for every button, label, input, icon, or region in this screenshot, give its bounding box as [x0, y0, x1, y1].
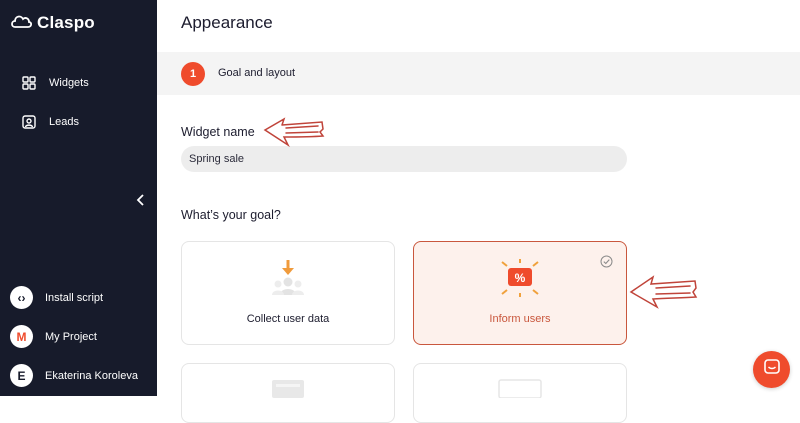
goal-label: What’s your goal?: [181, 208, 281, 222]
goal-option-label: Inform users: [489, 313, 551, 325]
chevron-left-icon: [134, 194, 148, 212]
main-content: Appearance 1 Goal and layout Widget name…: [157, 0, 800, 423]
project-selector[interactable]: M My Project: [10, 325, 97, 348]
install-script-button[interactable]: ‹› Install script: [10, 286, 103, 309]
widget-name-input[interactable]: [181, 146, 627, 172]
contact-icon: [22, 115, 36, 129]
code-icon: ‹›: [10, 286, 33, 309]
install-script-label: Install script: [45, 291, 104, 304]
goal-option-inform-users[interactable]: % Inform users: [413, 241, 627, 345]
check-icon: [600, 255, 613, 273]
sidebar-item-leads[interactable]: Leads: [22, 115, 79, 129]
svg-text:%: %: [515, 271, 526, 285]
page-title: Appearance: [181, 13, 273, 32]
sidebar-item-widgets[interactable]: Widgets: [22, 76, 89, 90]
step-bar: 1 Goal and layout: [157, 52, 800, 95]
form-icon: [271, 378, 305, 403]
goal-option-card[interactable]: [181, 363, 395, 423]
sidebar-item-label: Widgets: [49, 77, 89, 89]
user-menu[interactable]: E Ekaterina Koroleva: [10, 364, 138, 387]
step-number-badge: 1: [181, 62, 205, 86]
widget-name-label: Widget name: [181, 125, 255, 139]
annotation-arrow-icon: [262, 116, 326, 153]
app-logo[interactable]: Claspo: [10, 13, 95, 33]
sidebar: Claspo Widgets Leads ‹› Install script M…: [0, 0, 157, 396]
app-name: Claspo: [37, 13, 95, 32]
annotation-arrow-icon: [629, 274, 699, 315]
project-logo: M: [10, 325, 33, 348]
collect-data-icon: [268, 258, 308, 303]
sidebar-item-label: Leads: [49, 116, 79, 128]
user-avatar: E: [10, 364, 33, 387]
chat-icon: [763, 358, 781, 381]
goal-option-label: Collect user data: [246, 313, 330, 325]
goal-option-collect-user-data[interactable]: Collect user data: [181, 241, 395, 345]
support-chat-button[interactable]: [753, 351, 790, 388]
goal-option-card[interactable]: [413, 363, 627, 423]
step-label: Goal and layout: [218, 67, 296, 79]
collapse-sidebar-button[interactable]: [134, 192, 148, 208]
cloud-icon: [10, 14, 33, 33]
inform-icon: %: [498, 258, 542, 303]
counter-icon: [497, 378, 543, 403]
user-name: Ekaterina Koroleva: [45, 369, 138, 382]
project-name: My Project: [45, 330, 97, 343]
grid-icon: [22, 76, 36, 90]
